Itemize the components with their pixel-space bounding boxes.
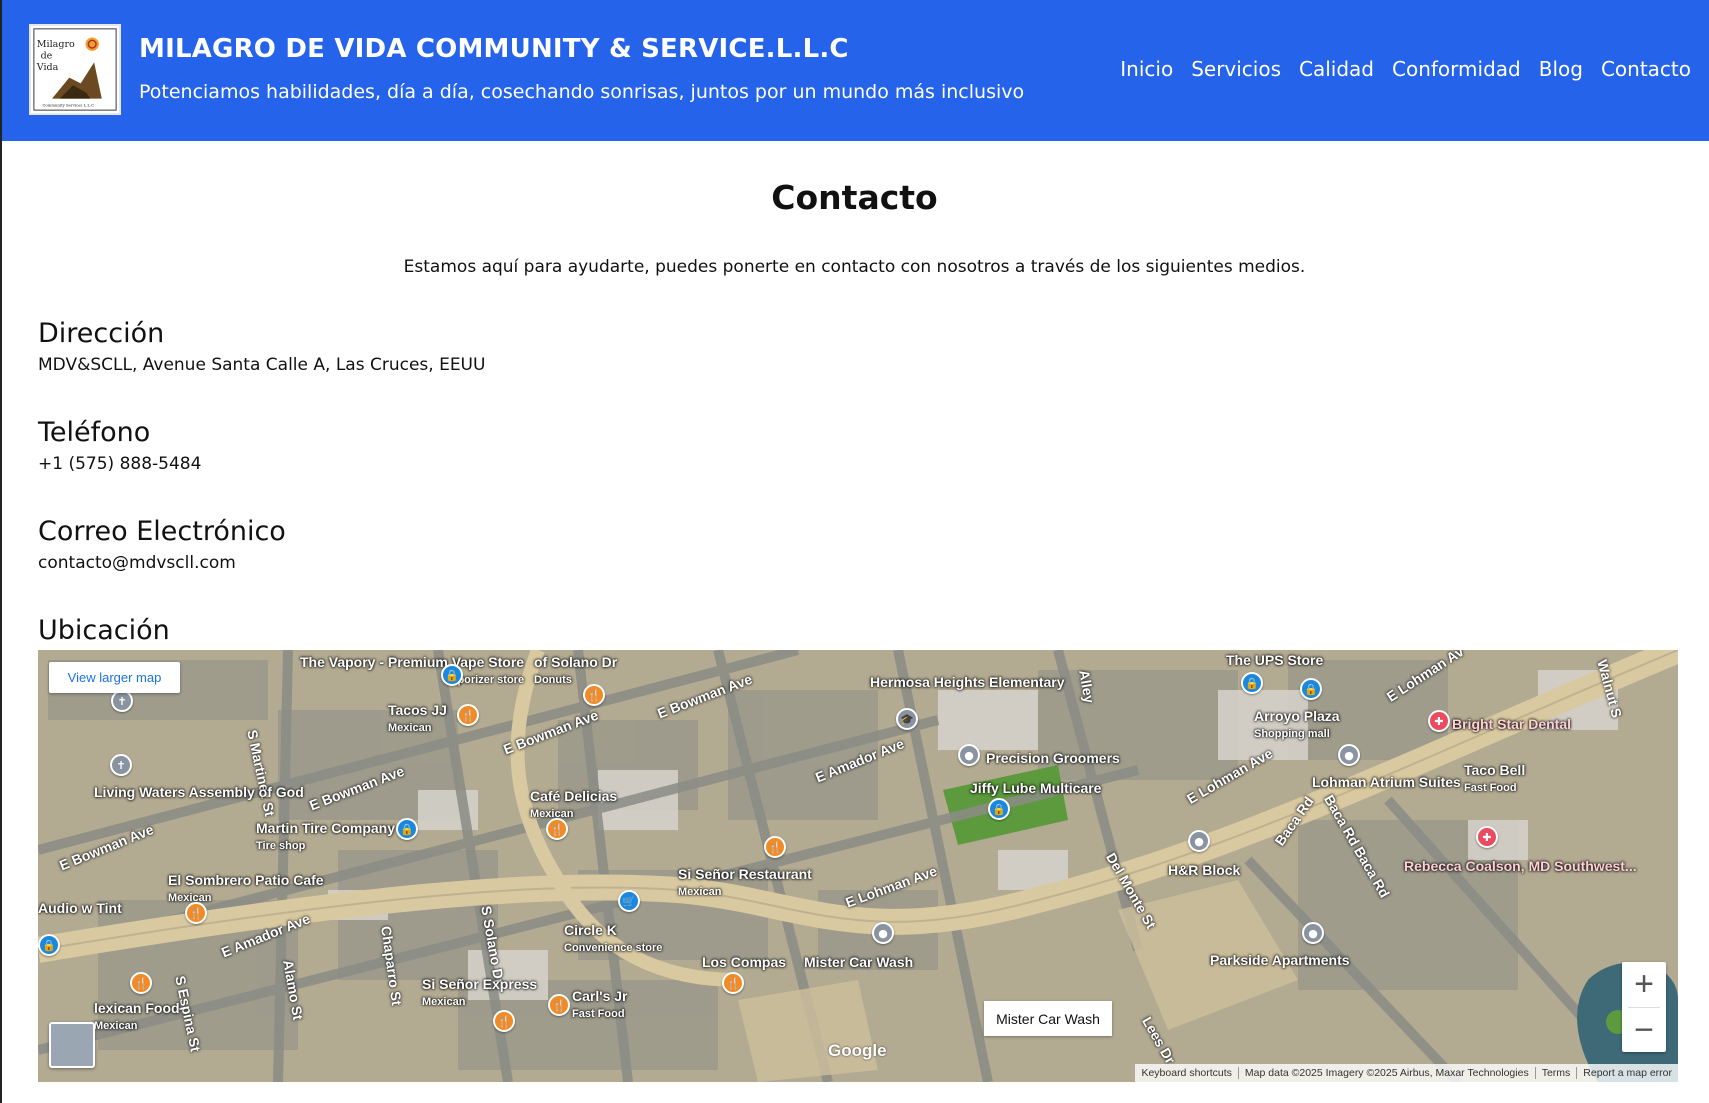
place-label[interactable]: Arroyo Plaza Shopping mall (1254, 708, 1340, 740)
restaurant-pin-icon[interactable]: 🍴 (583, 684, 605, 706)
restaurant-pin-icon[interactable]: 🍴 (493, 1010, 515, 1032)
church-pin-icon[interactable]: ✝ (110, 754, 132, 776)
place-label[interactable]: Parkside Apartments (1210, 952, 1350, 968)
dental-pin-icon[interactable]: ✚ (1428, 710, 1450, 732)
place-label[interactable]: of Solano Dr Donuts (534, 654, 617, 686)
shopping-pin-icon[interactable]: 🔒 (1300, 678, 1322, 700)
place-label[interactable]: El Sombrero Patio Cafe Mexican (168, 872, 324, 904)
place-label[interactable]: Mister Car Wash (804, 954, 913, 970)
main-nav: Inicio Servicios Calidad Conformidad Blo… (1120, 57, 1691, 81)
place-label[interactable]: Hermosa Heights Elementary (870, 674, 1065, 690)
phone-value: +1 (575) 888-5484 (38, 454, 202, 474)
convenience-pin-icon[interactable]: 🛒 (618, 890, 640, 912)
zoom-in-button[interactable]: + (1622, 962, 1666, 1007)
apartment-pin-icon[interactable]: ● (1302, 922, 1324, 944)
carwash-pin-icon[interactable]: ● (872, 922, 894, 944)
place-label[interactable]: Rebecca Coalson, MD Southwest... (1404, 858, 1637, 874)
email-value: contacto@mdvscll.com (38, 553, 236, 573)
place-label[interactable]: The UPS Store (1226, 652, 1323, 668)
place-label[interactable]: Lohman Atrium Suites (1312, 774, 1461, 790)
place-pin-icon[interactable]: ● (958, 744, 980, 766)
place-label[interactable]: Precision Groomers (986, 750, 1120, 766)
intro-text: Estamos aquí para ayudarte, puedes poner… (403, 257, 1306, 277)
restaurant-pin-icon[interactable]: 🍴 (548, 994, 570, 1016)
shopping-pin-icon[interactable]: 🔒 (396, 818, 418, 840)
place-label[interactable]: Carl's Jr Fast Food (572, 988, 627, 1020)
keyboard-shortcuts-link[interactable]: Keyboard shortcuts (1135, 1067, 1237, 1079)
view-larger-map-link[interactable]: View larger map (49, 662, 180, 693)
svg-text:de: de (41, 51, 53, 62)
address-value: MDV&SCLL, Avenue Santa Calle A, Las Cruc… (38, 355, 486, 375)
place-label[interactable]: lexican Food Mexican (94, 1000, 180, 1032)
place-label[interactable]: Bright Star Dental (1452, 716, 1571, 732)
site-tagline: Potenciamos habilidades, día a día, cose… (139, 81, 1025, 103)
shopping-pin-icon[interactable]: 🔒 (441, 664, 463, 686)
site-header: Milagro de Vida Community Services L.L.C… (2, 0, 1709, 141)
restaurant-pin-icon[interactable]: 🍴 (722, 972, 744, 994)
svg-text:Milagro: Milagro (37, 39, 75, 50)
nav-conformidad[interactable]: Conformidad (1392, 57, 1521, 81)
nav-inicio[interactable]: Inicio (1120, 57, 1173, 81)
place-label[interactable]: Si Señor Express Mexican (422, 976, 537, 1008)
place-label[interactable]: Los Compas (702, 954, 786, 970)
map-layer-toggle-button[interactable] (49, 1022, 95, 1068)
page-left-border (0, 0, 2, 1103)
location-heading: Ubicación (38, 615, 170, 646)
restaurant-pin-icon[interactable]: 🍴 (185, 902, 207, 924)
place-label[interactable]: Living Waters Assembly of God (94, 784, 304, 800)
place-info-card[interactable]: Mister Car Wash (984, 1001, 1112, 1036)
school-pin-icon[interactable]: 🎓 (896, 708, 918, 730)
zoom-controls: + − (1622, 962, 1666, 1052)
email-heading: Correo Electrónico (38, 516, 286, 547)
terms-link[interactable]: Terms (1534, 1067, 1577, 1079)
place-label[interactable]: Taco Bell Fast Food (1464, 762, 1525, 794)
embedded-map[interactable]: S Martinez St E Bowman Ave E Bowman Ave … (38, 650, 1678, 1082)
shopping-pin-icon[interactable]: 🔒 (38, 934, 60, 956)
restaurant-pin-icon[interactable]: 🍴 (764, 836, 786, 858)
shopping-pin-icon[interactable]: 🔒 (1241, 672, 1263, 694)
map-attribution-bar: Keyboard shortcuts Map data ©2025 Imager… (1135, 1064, 1678, 1082)
place-label[interactable]: The Vapory - Premium Vape Store Vaporizer… (300, 654, 524, 686)
page-title: Contacto (771, 178, 938, 217)
place-label[interactable]: Tacos JJ Mexican (388, 702, 447, 734)
nav-blog[interactable]: Blog (1539, 57, 1583, 81)
place-label[interactable]: Si Señor Restaurant Mexican (678, 866, 812, 898)
hotel-pin-icon[interactable]: ● (1338, 744, 1360, 766)
place-label[interactable]: Jiffy Lube Multicare (970, 780, 1101, 796)
restaurant-pin-icon[interactable]: 🍴 (546, 818, 568, 840)
restaurant-pin-icon[interactable]: 🍴 (130, 972, 152, 994)
restaurant-pin-icon[interactable]: 🍴 (457, 704, 479, 726)
place-label[interactable]: Café Delicias Mexican (530, 788, 617, 820)
shopping-pin-icon[interactable]: 🔒 (988, 798, 1010, 820)
map-data-credit: Map data ©2025 Imagery ©2025 Airbus, Max… (1237, 1067, 1535, 1079)
report-map-error-link[interactable]: Report a map error (1576, 1067, 1678, 1079)
phone-heading: Teléfono (38, 417, 151, 448)
medical-pin-icon[interactable]: ✚ (1476, 826, 1498, 848)
nav-calidad[interactable]: Calidad (1299, 57, 1374, 81)
zoom-out-button[interactable]: − (1622, 1008, 1666, 1053)
logo-image: Milagro de Vida Community Services L.L.C (31, 26, 119, 113)
google-logo: Google (828, 1041, 887, 1060)
place-label[interactable]: Martin Tire Company Tire shop (256, 820, 395, 852)
svg-text:Community Services L.L.C: Community Services L.L.C (42, 102, 94, 107)
address-heading: Dirección (38, 318, 165, 349)
svg-text:Vida: Vida (36, 62, 59, 73)
nav-servicios[interactable]: Servicios (1191, 57, 1281, 81)
place-label[interactable]: Circle K Convenience store (564, 922, 662, 954)
place-label[interactable]: H&R Block (1168, 862, 1240, 878)
church-pin-icon[interactable]: ✝ (111, 690, 133, 712)
place-label[interactable]: Audio w Tint (38, 900, 122, 916)
site-logo[interactable]: Milagro de Vida Community Services L.L.C (29, 24, 121, 115)
place-pin-icon[interactable]: ● (1188, 830, 1210, 852)
nav-contacto[interactable]: Contacto (1601, 57, 1691, 81)
site-title: MILAGRO DE VIDA COMMUNITY & SERVICE.L.L.… (139, 34, 849, 64)
